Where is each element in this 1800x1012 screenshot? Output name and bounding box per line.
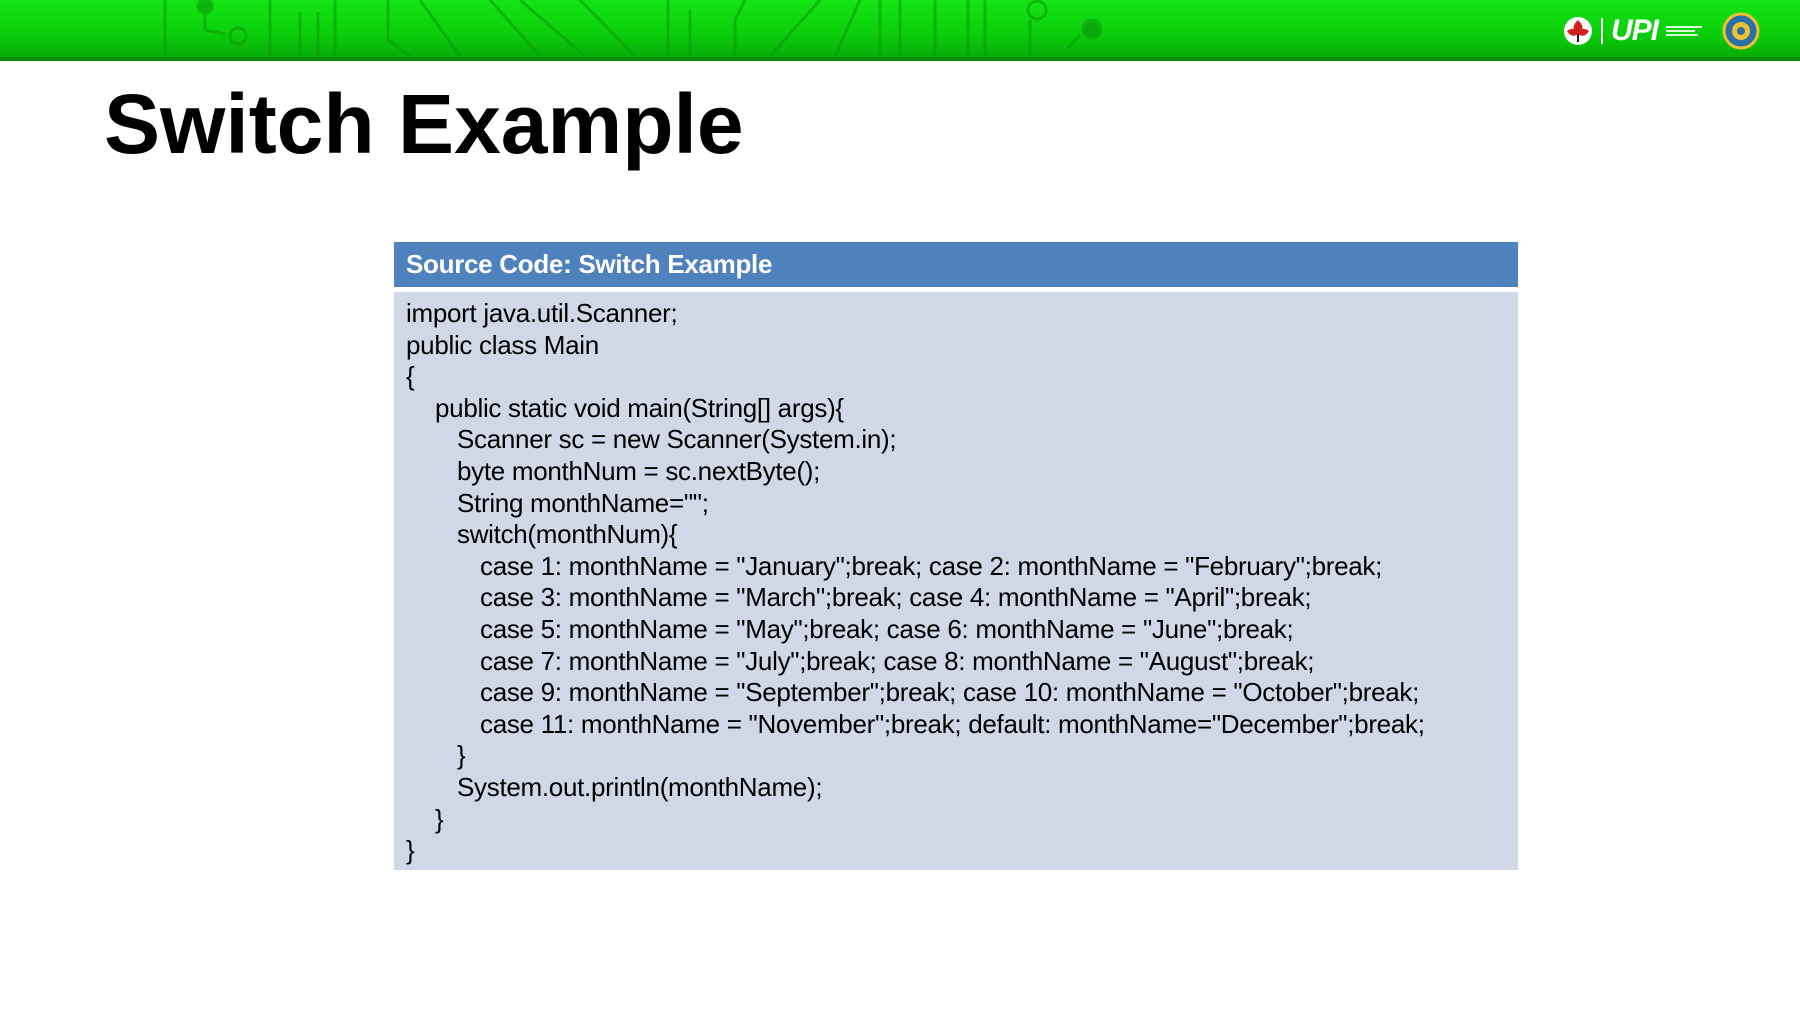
code-line: Scanner sc = new Scanner(System.in); xyxy=(457,424,897,455)
code-line: case 11: monthName = "November";break; d… xyxy=(480,708,1425,739)
code-line: case 9: monthName = "September";break; c… xyxy=(480,677,1420,708)
top-banner: UPI xyxy=(0,0,1800,61)
university-seal-icon xyxy=(1722,12,1760,50)
code-line: System.out.println(monthName); xyxy=(457,771,823,802)
code-line: switch(monthNum){ xyxy=(457,519,678,550)
code-line: public static void main(String[] args){ xyxy=(435,392,844,423)
brand-separator xyxy=(1600,18,1603,44)
slide-title: Switch Example xyxy=(104,77,744,171)
code-line: case 1: monthName = "January";break; cas… xyxy=(480,550,1383,581)
code-line: String monthName=""; xyxy=(457,487,709,518)
code-line: } xyxy=(457,740,466,771)
code-line: byte monthNum = sc.nextByte(); xyxy=(457,455,821,486)
code-line: public class Main xyxy=(406,329,599,360)
code-line: case 7: monthName = "July";break; case 8… xyxy=(480,645,1315,676)
brand-tagline-mark xyxy=(1666,26,1702,36)
source-code-body: import java.util.Scanner; public class M… xyxy=(394,292,1518,870)
source-code-header: Source Code: Switch Example xyxy=(394,242,1518,292)
code-line: } xyxy=(406,835,415,866)
code-line: } xyxy=(435,803,444,834)
slide: UPI Switch Example Source Code: Switch E… xyxy=(0,0,1800,1012)
code-line: case 5: monthName = "May";break; case 6:… xyxy=(480,613,1294,644)
brand-name: UPI xyxy=(1610,14,1659,47)
circuit-pattern-decoration xyxy=(163,0,1103,58)
code-line: import java.util.Scanner; xyxy=(406,298,678,328)
brand-logo: UPI xyxy=(1563,10,1760,52)
source-code-panel: Source Code: Switch Example import java.… xyxy=(394,242,1518,870)
code-line: case 3: monthName = "March";break; case … xyxy=(480,582,1312,613)
upi-flower-logo-icon xyxy=(1563,17,1592,45)
code-line: { xyxy=(406,361,415,392)
source-code-header-label: Source Code: Switch Example xyxy=(406,249,773,279)
